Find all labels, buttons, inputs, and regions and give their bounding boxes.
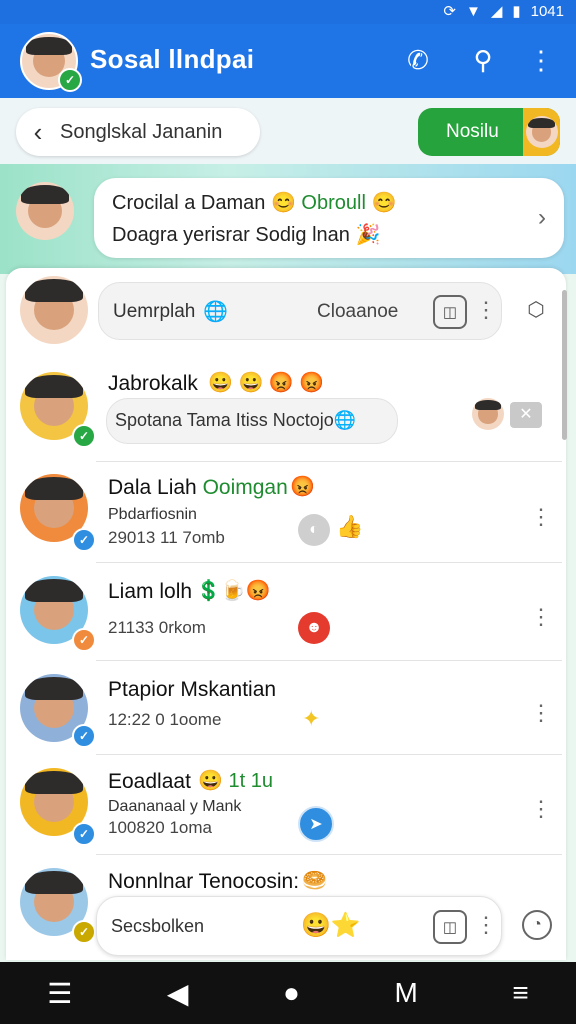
verified-badge: ✓	[72, 424, 96, 448]
app-logo-icon[interactable]: M	[394, 977, 417, 1009]
chat-item-2[interactable]: Dala Liah Ooimgan 😡 Pbdarfiosnin 29013 1…	[106, 470, 552, 558]
scrollbar[interactable]	[562, 290, 567, 440]
more-vert-icon[interactable]: ⋮	[530, 506, 552, 528]
more-vert-icon[interactable]: ⋮	[475, 299, 497, 321]
search-input[interactable]: Uemrplah	[113, 301, 195, 323]
globe-icon: 🌐	[203, 301, 228, 323]
more-vert-icon[interactable]: ⋮	[530, 606, 552, 628]
banner-line-1: Crocilal a Daman 😊 Obroull 😊	[112, 192, 397, 214]
messenger-icon: ➤	[298, 806, 334, 842]
battery-icon: ▮	[512, 3, 521, 20]
wifi-icon: ▼	[465, 2, 481, 20]
banner-bubble[interactable]: Crocilal a Daman 😊 Obroull 😊 Doagra yeri…	[94, 178, 564, 258]
action-avatar	[523, 108, 560, 156]
emoji-reaction-icon: ☻	[298, 612, 330, 644]
divider	[96, 461, 562, 462]
status-icons: ⟳ ▼ ◢ ▮ 1041	[443, 2, 564, 21]
contact-name: Nonnlnar Tenocosin:	[108, 870, 300, 893]
back-pill-label: Songlskal Jananin	[60, 120, 223, 143]
voice-icon: ◐	[298, 514, 330, 546]
divider	[96, 754, 562, 755]
recents-icon[interactable]: ≡	[512, 977, 528, 1009]
menu-icon[interactable]: ☰	[47, 977, 72, 1010]
timestamp: 12:22 0 1oome	[108, 710, 222, 729]
banner-line-2: Doagra yerisrar Sodig lnan 🎉	[112, 224, 381, 246]
close-icon[interactable]: ✕	[510, 402, 542, 428]
action-button-label: Nosilu	[446, 121, 499, 142]
chat-item-3[interactable]: Liam lolh 💲🍺😡 21133 0rkom ☻ ⋮	[106, 572, 552, 656]
status-emojis: 😀 1t 1u	[198, 770, 273, 792]
message-composer[interactable]: Secsbolken 😀⭐ ◫ ⋮	[96, 896, 502, 956]
timestamp: 100820 1oma	[108, 818, 212, 837]
more-vert-icon[interactable]: ⋮	[530, 702, 552, 724]
emoji-picker-icon[interactable]: 😀⭐	[301, 911, 361, 940]
back-icon[interactable]: ◀	[167, 977, 189, 1010]
more-vert-icon: ⋮	[528, 44, 554, 75]
search-button[interactable]: ⚲	[463, 40, 503, 80]
verified-badge: ✓	[72, 528, 96, 552]
verified-badge: ✓	[72, 628, 96, 652]
system-nav-bar: ☰ ◀ ● M ≡	[0, 962, 576, 1024]
timestamp: 21133 0rkom	[108, 618, 206, 637]
verified-badge: ✓	[72, 920, 96, 944]
contact-name: Dala Liah Ooimgan	[108, 476, 288, 499]
small-avatar	[472, 398, 504, 430]
chat-item-5[interactable]: Eoadlaat 😀 1t 1u Daananaal y Mank 100820…	[106, 764, 552, 850]
verified-badge: ✓	[72, 822, 96, 846]
chevron-right-icon: ›	[538, 204, 546, 231]
phone-icon: ✆	[407, 44, 429, 75]
status-emojis: 💲🍺😡	[196, 580, 271, 602]
contact-name: Ptapior Mskantian	[108, 678, 277, 701]
contact-name: Liam lolh	[108, 580, 193, 603]
divider	[96, 660, 562, 661]
composer-input[interactable]: Secsbolken	[111, 916, 204, 937]
avatar	[20, 276, 88, 344]
signal-icon: ◢	[490, 3, 503, 20]
clock: 1041	[530, 2, 564, 20]
sticker-icon[interactable]: ◫	[433, 910, 467, 944]
attach-icon[interactable]: ◔	[522, 910, 552, 940]
divider	[96, 562, 562, 563]
chat-item-6[interactable]: Nonnlnar Tenocosin: 🥯	[106, 866, 406, 896]
sticker-icon[interactable]: ◫	[433, 295, 467, 329]
timestamp: 29013 11 7omb	[108, 528, 225, 547]
overflow-menu-button[interactable]: ⋮	[521, 40, 561, 80]
home-icon[interactable]: ●	[283, 977, 300, 1009]
contact-name: Eoadlaat	[108, 770, 191, 793]
call-button[interactable]: ✆	[398, 40, 438, 80]
status-emojis: 😡	[290, 476, 315, 498]
subtitle: Pbdarfiosnin	[108, 506, 197, 523]
more-vert-icon[interactable]: ⋮	[475, 914, 497, 936]
star-icon: ✦	[302, 706, 321, 731]
status-emojis: 😀 😀 😡 😡	[208, 372, 325, 394]
chat-item-1[interactable]: Jabrokalk 😀 😀 😡 😡 Spotana Tama Itiss Noc…	[106, 368, 546, 456]
verified-badge: ✓	[72, 724, 96, 748]
contact-name: Jabrokalk	[108, 372, 198, 395]
more-vert-icon[interactable]: ⋮	[530, 798, 552, 820]
sync-icon: ⟳	[443, 3, 456, 20]
search-icon: ⚲	[473, 44, 493, 75]
status-emojis: 🥯	[302, 870, 327, 892]
subtitle: Daananaal y Mank	[108, 798, 242, 815]
action-button[interactable]: Nosilu	[418, 108, 560, 156]
search-field[interactable]: Uemrplah 🌐 Cloaanoe ◫ ⋮	[98, 282, 502, 340]
back-pill-button[interactable]: ‹ Songlskal Jananin	[16, 108, 260, 156]
settings-icon[interactable]: ⬡	[521, 294, 551, 324]
chevron-left-icon: ‹	[33, 116, 43, 147]
thumbs-up-icon: 👍	[336, 514, 364, 539]
search-right-label: Cloaanoe	[317, 301, 399, 322]
message-preview: Spotana Tama Itiss Noctojo🌐	[106, 398, 398, 444]
online-badge: ✓	[58, 68, 82, 92]
app-title: Sosal llndpai	[90, 44, 255, 74]
chat-item-4[interactable]: Ptapior Mskantian 12:22 0 1oome ✦ ⋮	[106, 672, 552, 752]
status-bar: ⟳ ▼ ◢ ▮ 1041	[0, 0, 576, 24]
divider	[96, 854, 562, 855]
banner-avatar	[16, 182, 74, 240]
